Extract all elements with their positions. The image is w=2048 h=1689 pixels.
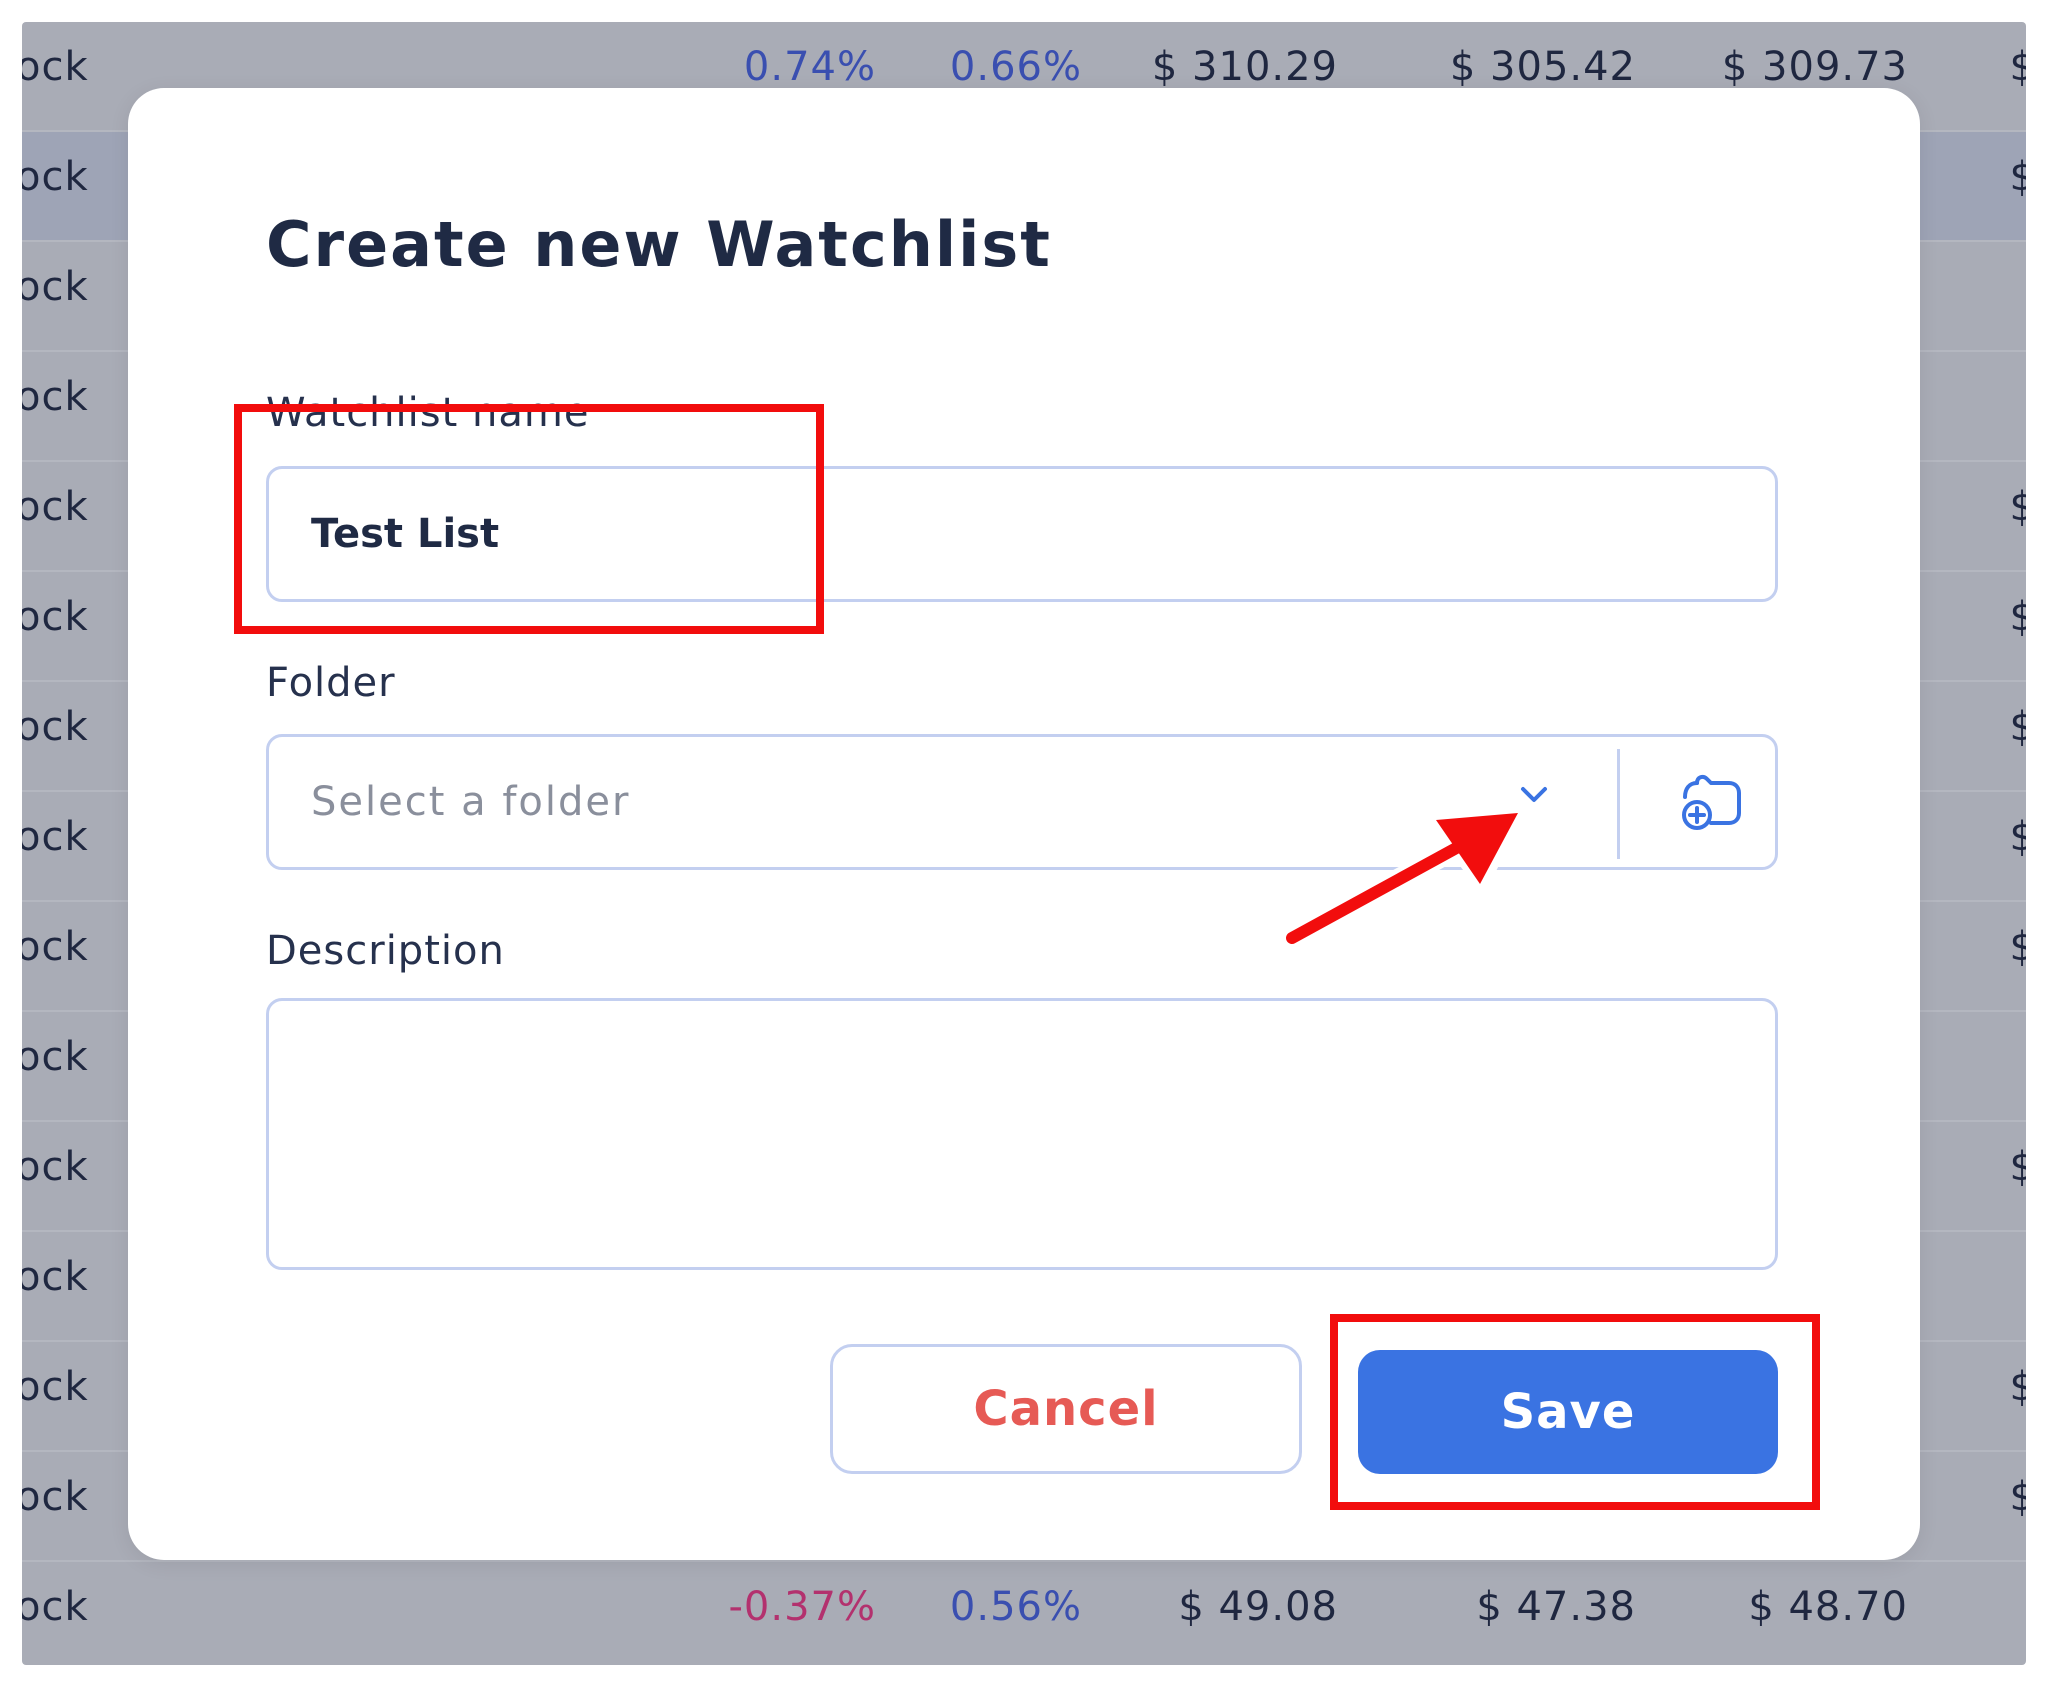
annotation-arrow-icon [1281,807,1525,949]
